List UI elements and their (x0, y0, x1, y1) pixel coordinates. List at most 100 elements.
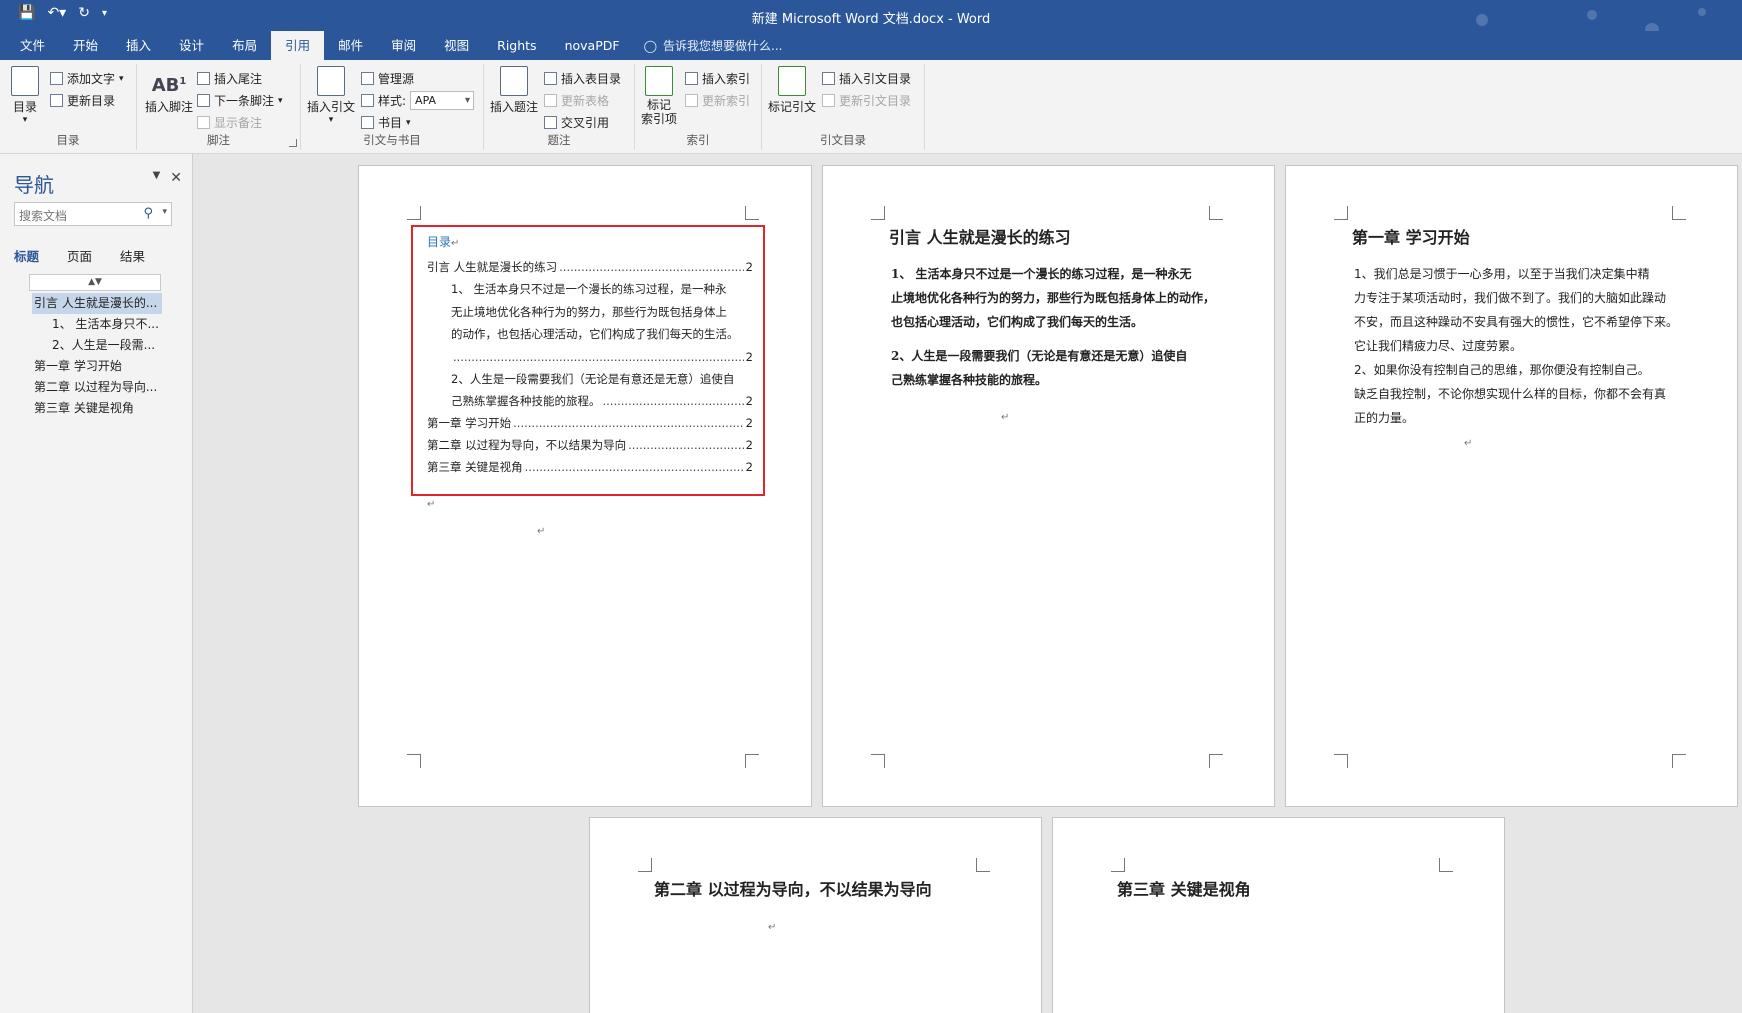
caption-icon (500, 66, 528, 96)
toc-icon (11, 66, 39, 96)
insert-index-button[interactable]: 插入索引 (685, 70, 750, 87)
style-selector[interactable]: 样式: APA (361, 91, 475, 110)
table-of-contents[interactable]: 目录↵ 引言 人生就是漫长的练习2 1、 生活本身只不过是一个漫长的练习过程，是… (411, 225, 765, 496)
table-of-authorities-icon (822, 72, 835, 85)
manage-sources-button[interactable]: 管理源 (361, 70, 414, 87)
crop-mark (1672, 206, 1686, 220)
insert-table-of-figures-button[interactable]: 插入表目录 (544, 70, 621, 87)
nav-heading-item[interactable]: 第二章 以过程为导向... (0, 377, 193, 398)
page-3[interactable]: 第一章 学习开始 1、我们总是习惯于一心多用，以至于当我们决定集中精 力专注于某… (1285, 165, 1738, 807)
crop-mark (1672, 754, 1686, 768)
paragraph-mark: ↵ (1001, 412, 1010, 423)
toc-entry[interactable]: 第一章 学习开始2 (427, 412, 753, 434)
toc-leader (603, 390, 744, 412)
citations-group: 插入引文 ▾ 管理源 样式: APA 书目▾ 引文与书目 (301, 64, 484, 150)
add-text-icon (50, 72, 63, 85)
page-2[interactable]: 引言 人生就是漫长的练习 1、 生活本身只不过是一个漫长的练习过程，是一种永无 … (822, 165, 1275, 807)
next-footnote-button[interactable]: 下一条脚注 ▾ (197, 92, 283, 109)
bibliography-button[interactable]: 书目 ▾ (361, 114, 411, 131)
cross-reference-button[interactable]: 交叉引用 (544, 114, 609, 131)
ribbon-tabs: 文件 开始 插入 设计 布局 引用 邮件 审阅 视图 Rights novaPD… (0, 31, 1742, 60)
nav-heading-item[interactable]: 第三章 关键是视角 (0, 398, 193, 419)
tab-home[interactable]: 开始 (59, 31, 112, 60)
tell-me-box[interactable]: ◯ 告诉我您想要做什么... (644, 37, 783, 54)
tab-review[interactable]: 审阅 (377, 31, 430, 60)
citation-icon (317, 66, 345, 96)
toc-entry[interactable]: 第二章 以过程为导向，不以结果为导向2 (427, 434, 753, 456)
search-input[interactable]: 搜索文档 ⚲ ▾ (14, 202, 172, 226)
toc-leader (525, 456, 744, 478)
page-5[interactable]: 第三章 关键是视角 (1052, 817, 1505, 1013)
page-1[interactable]: 目录↵ 引言 人生就是漫长的练习2 1、 生活本身只不过是一个漫长的练习过程，是… (358, 165, 812, 807)
close-icon[interactable]: ✕ (170, 170, 182, 186)
tab-headings[interactable]: 标题 (14, 246, 39, 265)
tab-insert[interactable]: 插入 (112, 31, 165, 60)
toc-entry[interactable]: 引言 人生就是漫长的练习2 (427, 256, 753, 278)
toc-entry[interactable]: 第三章 关键是视角2 (427, 456, 753, 478)
collapse-all-button[interactable]: ▲▼ (29, 274, 161, 291)
tab-rights[interactable]: Rights (483, 31, 550, 60)
heading-chapter-3[interactable]: 第三章 关键是视角 (1117, 876, 1251, 900)
update-index-button[interactable]: 更新索引 (685, 92, 750, 109)
paragraph-2[interactable]: 2、如果你没有控制自己的思维，那你便没有控制自己。 缺乏自我控制，不论你想实现什… (1354, 358, 1694, 430)
paragraph-mark: ↵ (1464, 438, 1473, 449)
crop-mark (745, 754, 759, 768)
nav-heading-item[interactable]: 2、人生是一段需... (0, 335, 193, 356)
chevron-down-icon[interactable]: ▼ (153, 170, 161, 186)
style-dropdown[interactable]: APA (410, 91, 475, 110)
toc-button[interactable]: 目录 ▾ (10, 66, 40, 125)
tab-file[interactable]: 文件 (6, 31, 59, 60)
tab-novapdf[interactable]: novaPDF (551, 31, 634, 60)
crop-mark (638, 858, 652, 872)
paragraph-mark: ↵ (427, 499, 436, 510)
crop-mark (407, 206, 421, 220)
paragraph-mark: ↵ (768, 922, 777, 933)
search-icon[interactable]: ⚲ (143, 206, 153, 221)
insert-caption-button[interactable]: 插入题注 (488, 66, 540, 115)
paragraph-1[interactable]: 1、我们总是习惯于一心多用，以至于当我们决定集中精 力专注于某项活动时，我们做不… (1354, 262, 1694, 358)
footnote-group: AB1 插入脚注 插入尾注 下一条脚注 ▾ 显示备注 脚注 (137, 64, 301, 150)
footnote-dialog-launcher-icon[interactable] (289, 139, 297, 147)
tab-mailings[interactable]: 邮件 (324, 31, 377, 60)
nav-heading-item[interactable]: 第一章 学习开始 (0, 356, 193, 377)
toc-leader (453, 346, 744, 368)
insert-footnote-button[interactable]: AB1 插入脚注 (143, 66, 195, 115)
mark-entry-button[interactable]: 标记 索引项 (637, 66, 681, 126)
tab-results[interactable]: 结果 (120, 246, 145, 265)
heading-intro[interactable]: 引言 人生就是漫长的练习 (889, 224, 1071, 248)
update-table-button[interactable]: 更新表格 (544, 92, 609, 109)
crop-mark (1439, 858, 1453, 872)
tab-design[interactable]: 设计 (165, 31, 218, 60)
toc-entry[interactable]: 2、人生是一段需要我们（无论是有意还是无意）追使自 己熟练掌握各种技能的旅程。2 (427, 368, 753, 413)
insert-citation-button[interactable]: 插入引文 ▾ (305, 66, 357, 125)
update-table-of-authorities-button[interactable]: 更新引文目录 (822, 92, 911, 109)
toc-entry[interactable]: 1、 生活本身只不过是一个漫长的练习过程，是一种永 无止境地优化各种行为的努力，… (427, 278, 753, 368)
heading-chapter-2[interactable]: 第二章 以过程为导向，不以结果为导向 (654, 876, 932, 900)
mark-entry-icon (645, 66, 673, 96)
chevron-down-icon[interactable]: ▾ (162, 207, 167, 217)
tab-layout[interactable]: 布局 (218, 31, 271, 60)
update-toc-button[interactable]: 更新目录 (50, 92, 115, 109)
paragraph-2[interactable]: 2、人生是一段需要我们（无论是有意还是无意）追使自 己熟练掌握各种技能的旅程。 (891, 344, 1231, 392)
update-authorities-icon (822, 94, 835, 107)
nav-heading-item[interactable]: 1、 生活本身只不... (0, 314, 193, 335)
insert-endnote-button[interactable]: 插入尾注 (197, 70, 262, 87)
insert-table-of-authorities-button[interactable]: 插入引文目录 (822, 70, 911, 87)
crop-mark (745, 206, 759, 220)
add-text-button[interactable]: 添加文字 ▾ (50, 70, 124, 87)
tab-references[interactable]: 引用 (271, 31, 325, 60)
crop-mark (871, 754, 885, 768)
paragraph-1[interactable]: 1、 生活本身只不过是一个漫长的练习过程，是一种永无 止境地优化各种行为的努力，… (891, 262, 1231, 334)
endnote-icon (197, 72, 210, 85)
tab-view[interactable]: 视图 (430, 31, 483, 60)
mark-citation-button[interactable]: 标记引文 (766, 66, 818, 115)
chevron-down-icon: ▾ (119, 73, 124, 84)
next-footnote-icon (197, 94, 210, 107)
authorities-group: 标记引文 插入引文目录 更新引文目录 引文目录 (762, 64, 925, 150)
heading-chapter-1[interactable]: 第一章 学习开始 (1352, 224, 1470, 248)
show-notes-button[interactable]: 显示备注 (197, 114, 262, 131)
paragraph-mark: ↵ (537, 526, 546, 537)
page-4[interactable]: 第二章 以过程为导向，不以结果为导向 ↵ (589, 817, 1042, 1013)
tab-pages[interactable]: 页面 (67, 246, 92, 265)
nav-heading-item[interactable]: ◢ 引言 人生就是漫长的... (32, 293, 162, 314)
